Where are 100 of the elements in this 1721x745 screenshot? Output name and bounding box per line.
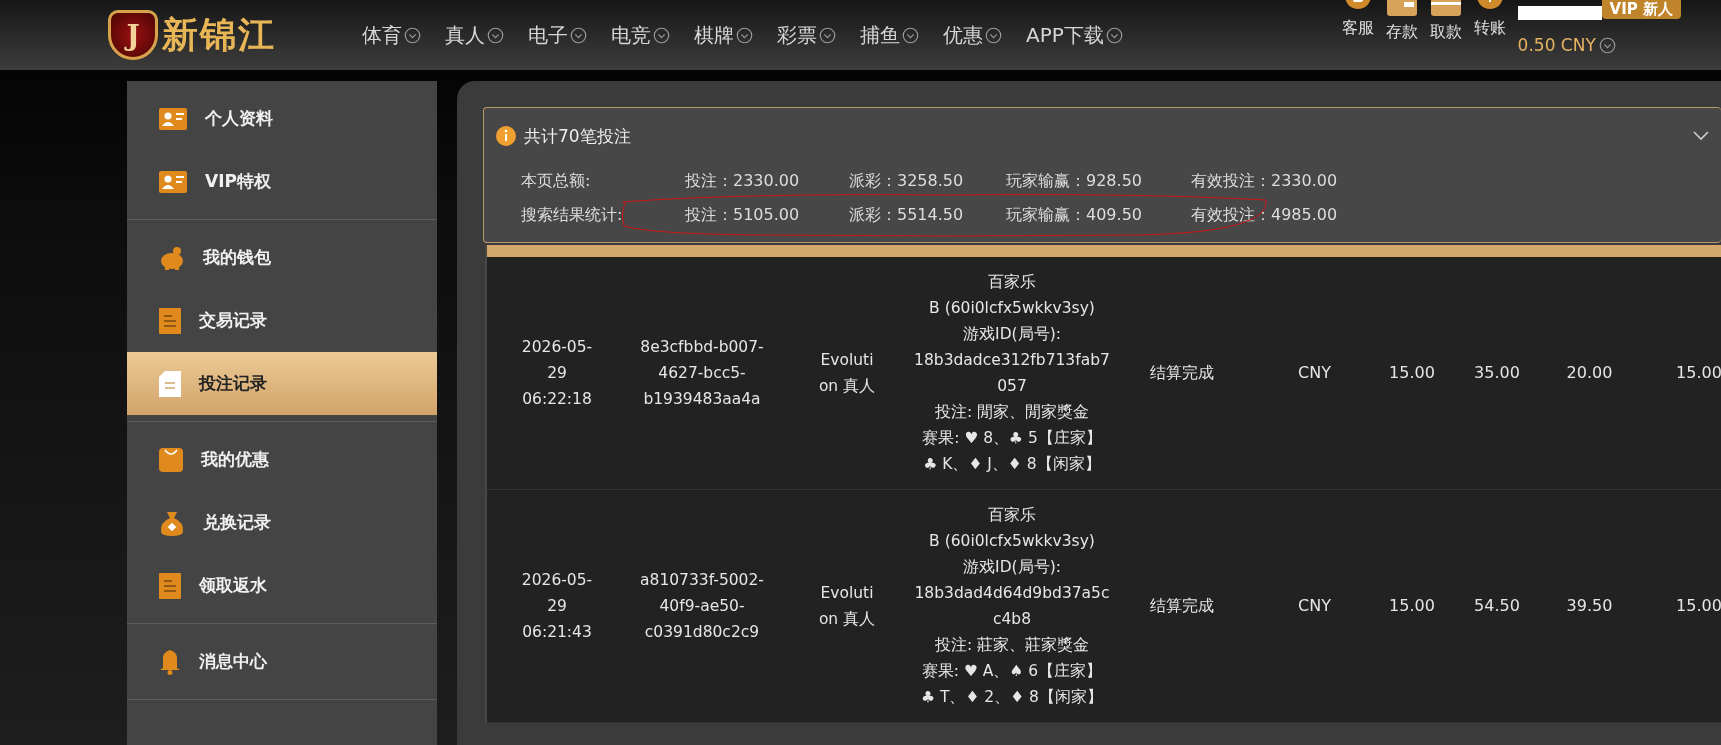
- valid-bet-amount: 15.00: [1675, 595, 1721, 617]
- currency-text: CNY: [1297, 362, 1332, 384]
- bag-icon: [159, 447, 183, 472]
- win-loss-amount: 20.00: [1565, 362, 1614, 384]
- time-text: 29: [547, 363, 567, 384]
- order-id-text: 8e3cfbbd-b007-: [640, 337, 764, 358]
- status-text: 结算完成: [1149, 595, 1215, 617]
- sidebar-item[interactable]: 投注记录: [127, 352, 437, 415]
- stat-label: 本页总额:: [521, 170, 592, 192]
- collapse-toggle[interactable]: [1693, 131, 1709, 141]
- sidebar-item[interactable]: 消息中心: [127, 630, 437, 693]
- card-icon: [1429, 0, 1462, 18]
- chevron-icon: [1693, 131, 1709, 141]
- order-id-text: 40f9-ae50-: [659, 596, 745, 617]
- id-card-icon: [159, 170, 187, 193]
- account-action[interactable]: 存款: [1385, 0, 1418, 43]
- chevron-down-icon: [653, 26, 670, 44]
- stat-value: 有效投注：4985.00: [1191, 204, 1339, 226]
- chevron-down-icon: [736, 26, 753, 44]
- bet-detail-text: 赛果: ♥ A、♠ 6【庄家】: [921, 661, 1103, 682]
- money-bag-icon: [159, 509, 185, 536]
- bet-detail-text: 百家乐: [988, 272, 1036, 293]
- nav-link[interactable]: 电竞: [611, 21, 670, 49]
- account-action[interactable]: 取款: [1429, 0, 1462, 43]
- bet-amount: 15.00: [1388, 595, 1436, 617]
- bet-detail-text: 投注: 莊家、莊家獎金: [934, 635, 1090, 656]
- chevron-down-icon: [819, 26, 836, 44]
- bet-detail-text: 18b3dad4d64d9bd37a5c: [914, 583, 1110, 604]
- bet-detail-text: B (60i0lcfx5wkkv3sy): [929, 531, 1095, 552]
- account-action[interactable]: 客服: [1341, 0, 1374, 39]
- bet-detail-text: ♣ T、♦ 2、♦ 8【闲家】: [921, 687, 1103, 708]
- sidebar-item[interactable]: VIP特权: [127, 150, 437, 213]
- chevron-down-icon: [1598, 36, 1616, 54]
- chevron-down-icon: [404, 26, 421, 44]
- bet-detail-text: 百家乐: [988, 505, 1036, 526]
- time-text: 06:22:18: [522, 389, 592, 410]
- summary-title: 共计70笔投注: [524, 124, 631, 148]
- wallet-icon: [1385, 0, 1418, 18]
- nav-link[interactable]: 棋牌: [694, 21, 753, 49]
- provider-text: Evoluti: [820, 583, 874, 604]
- stat-value: 玩家输赢：928.50: [1006, 170, 1143, 192]
- bet-detail-text: 游戏ID(局号):: [963, 324, 1061, 345]
- document-icon: [159, 370, 181, 397]
- stat-value: 派彩：3258.50: [849, 170, 965, 192]
- bet-amount: 15.00: [1388, 362, 1436, 384]
- order-id-text: b1939483aa4a: [643, 389, 761, 410]
- sidebar-item[interactable]: 交易记录: [127, 289, 437, 352]
- sidebar-item[interactable]: 领取返水: [127, 554, 437, 617]
- nav-link[interactable]: 真人: [445, 21, 504, 49]
- win-loss-amount: 39.50: [1565, 595, 1614, 617]
- bet-detail-text: 投注: 閒家、閒家獎金: [934, 402, 1090, 423]
- nav-link[interactable]: APP下载: [1026, 21, 1123, 49]
- stat-value: 有效投注：2330.00: [1191, 170, 1339, 192]
- bet-detail-text: 游戏ID(局号):: [963, 557, 1061, 578]
- bet-detail-text: B (60i0lcfx5wkkv3sy): [929, 298, 1095, 319]
- nav-link[interactable]: 彩票: [777, 21, 836, 49]
- time-text: 06:21:43: [522, 622, 592, 643]
- sidebar-item[interactable]: 兑换记录: [127, 491, 437, 554]
- vip-badge: VIP 新人: [1601, 0, 1681, 19]
- logo-shield: J: [108, 10, 158, 60]
- stat-value: 投注：5105.00: [685, 204, 801, 226]
- balance-link[interactable]: 0.50 CNY: [1517, 35, 1616, 55]
- piggy-bank-icon: [159, 245, 185, 270]
- stat-value: 投注：2330.00: [685, 170, 801, 192]
- provider-text: on 真人: [818, 376, 876, 397]
- chevron-down-icon: [1105, 26, 1123, 44]
- bet-detail-text: ♣ K、♦ J、♦ 8【闲家】: [923, 454, 1101, 475]
- time-text: 29: [547, 596, 567, 617]
- bell-icon: [159, 648, 181, 675]
- chevron-down-icon: [902, 26, 919, 44]
- nav-link[interactable]: 优惠: [943, 21, 1002, 49]
- sidebar-item[interactable]: 我的优惠: [127, 428, 437, 491]
- chevron-down-icon: [487, 26, 504, 44]
- status-text: 结算完成: [1149, 362, 1215, 384]
- bet-detail-text: 18b3dadce312fb713fab7: [914, 350, 1110, 371]
- nav-link[interactable]: 电子: [528, 21, 587, 49]
- payout-amount: 35.00: [1473, 362, 1521, 384]
- bet-detail-text: 赛果: ♥ 8、♣ 5【庄家】: [922, 428, 1102, 449]
- info-icon: [496, 126, 516, 146]
- stat-label: 搜索结果统计:: [521, 204, 624, 226]
- document-icon: [159, 307, 181, 334]
- provider-text: Evoluti: [820, 350, 874, 371]
- order-id-text: a810733f-5002-: [640, 570, 764, 591]
- stat-value: 派彩：5514.50: [849, 204, 965, 226]
- bet-detail-text: 057: [997, 376, 1027, 397]
- order-id-text: 4627-bcc5-: [658, 363, 746, 384]
- sidebar-item[interactable]: 我的钱包: [127, 226, 437, 289]
- time-text: 2026-05-: [521, 570, 593, 591]
- nav-link[interactable]: 体育: [362, 21, 421, 49]
- chevron-down-icon: [985, 26, 1002, 44]
- valid-bet-amount: 15.00: [1675, 362, 1721, 384]
- sidebar-item[interactable]: 个人资料: [127, 87, 437, 150]
- nav-link[interactable]: 捕鱼: [860, 21, 919, 49]
- order-id-text: c0391d80c2c9: [644, 622, 760, 643]
- document-icon: [159, 572, 181, 599]
- provider-text: on 真人: [818, 609, 876, 630]
- time-text: 2026-05-: [521, 337, 593, 358]
- payout-amount: 54.50: [1473, 595, 1521, 617]
- bet-detail-text: c4b8: [992, 609, 1032, 630]
- account-action[interactable]: 转账: [1473, 0, 1506, 39]
